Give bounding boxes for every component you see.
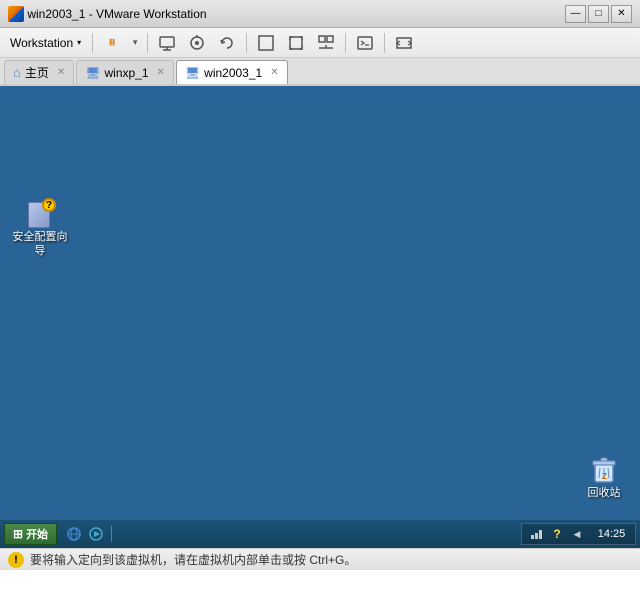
tab-home-label: 主页 bbox=[25, 64, 49, 81]
workstation-label: Workstation bbox=[10, 36, 73, 50]
window-controls: — □ ✕ bbox=[565, 5, 632, 23]
send-ctrl-alt-del-button[interactable] bbox=[153, 31, 181, 55]
pause-button[interactable]: ⏸ bbox=[98, 31, 126, 55]
security-wizard-icon[interactable]: ? 安全配置向导 bbox=[8, 194, 72, 263]
expand-tray-icon[interactable]: ◀ bbox=[568, 525, 586, 543]
maximize-button[interactable]: □ bbox=[588, 5, 609, 23]
tab-winxp[interactable]: 🖥 winxp_1 ✕ bbox=[76, 60, 174, 84]
revert-snapshot-icon bbox=[218, 34, 236, 52]
toolbar-separator-3 bbox=[246, 33, 247, 53]
normal-view-button[interactable] bbox=[252, 31, 280, 55]
unity-icon bbox=[317, 34, 335, 52]
minimize-button[interactable]: — bbox=[565, 5, 586, 23]
media-player-icon[interactable] bbox=[87, 525, 105, 543]
app-icon bbox=[8, 6, 24, 22]
console-button[interactable] bbox=[351, 31, 379, 55]
system-tray: ? ◀ 14:25 bbox=[521, 523, 636, 545]
workstation-dropdown-arrow: ▾ bbox=[77, 38, 81, 47]
win2003-vm-icon: 🖥 bbox=[185, 66, 200, 80]
window-title: win2003_1 - VMware Workstation bbox=[27, 7, 565, 21]
full-screen-button[interactable] bbox=[282, 31, 310, 55]
status-warning-icon: ! bbox=[8, 552, 24, 568]
tab-home-close[interactable]: ✕ bbox=[57, 67, 65, 78]
quick-launch-area bbox=[65, 525, 105, 543]
tab-home[interactable]: ⌂ 主页 ✕ bbox=[4, 60, 74, 84]
workstation-menu[interactable]: Workstation ▾ bbox=[4, 31, 87, 55]
network-tray-icon[interactable] bbox=[528, 525, 546, 543]
system-time: 14:25 bbox=[594, 528, 629, 540]
revert-snapshot-button[interactable] bbox=[213, 31, 241, 55]
recycle-bin-label: 回收站 bbox=[588, 484, 621, 500]
full-screen-icon bbox=[287, 34, 305, 52]
stretch-button[interactable] bbox=[390, 31, 418, 55]
start-label: 开始 bbox=[26, 526, 48, 542]
status-text: 要将输入定向到该虚拟机，请在虚拟机内部单击或按 Ctrl+G。 bbox=[30, 551, 356, 568]
stretch-icon bbox=[395, 34, 413, 52]
tab-winxp-label: winxp_1 bbox=[105, 66, 149, 80]
security-wizard-label: 安全配置向导 bbox=[12, 230, 68, 259]
vm-desktop[interactable]: ? 安全配置向导 Z 回收站 ⊞ 开始 bbox=[0, 86, 640, 548]
toolbar-separator-4 bbox=[345, 33, 346, 53]
snapshot-icon bbox=[188, 34, 206, 52]
tab-win2003-label: win2003_1 bbox=[204, 66, 262, 80]
toolbar-separator-1 bbox=[92, 33, 93, 53]
unity-button[interactable] bbox=[312, 31, 340, 55]
console-icon bbox=[356, 34, 374, 52]
tab-win2003[interactable]: 🖥 win2003_1 ✕ bbox=[176, 60, 288, 84]
svg-text:Z: Z bbox=[602, 472, 607, 481]
menu-toolbar-bar: Workstation ▾ ⏸ ▾ bbox=[0, 28, 640, 58]
home-icon: ⌂ bbox=[13, 65, 21, 80]
taskbar-divider bbox=[111, 526, 112, 542]
snapshot-button[interactable] bbox=[183, 31, 211, 55]
tabs-bar: ⌂ 主页 ✕ 🖥 winxp_1 ✕ 🖥 win2003_1 ✕ bbox=[0, 58, 640, 86]
recycle-bin-icon[interactable]: Z 回收站 bbox=[578, 448, 630, 504]
title-bar: win2003_1 - VMware Workstation — □ ✕ bbox=[0, 0, 640, 28]
recycle-bin-svg: Z bbox=[588, 452, 620, 484]
winxp-vm-icon: 🖥 bbox=[85, 66, 100, 80]
toolbar-separator-2 bbox=[147, 33, 148, 53]
ie-icon[interactable] bbox=[65, 525, 83, 543]
start-button[interactable]: ⊞ 开始 bbox=[4, 523, 57, 545]
tab-winxp-close[interactable]: ✕ bbox=[157, 67, 165, 78]
tab-win2003-close[interactable]: ✕ bbox=[270, 67, 278, 78]
help-tray-icon[interactable]: ? bbox=[548, 525, 566, 543]
close-button[interactable]: ✕ bbox=[611, 5, 632, 23]
start-icon: ⊞ bbox=[13, 527, 23, 541]
status-bar: ! 要将输入定向到该虚拟机，请在虚拟机内部单击或按 Ctrl+G。 bbox=[0, 548, 640, 570]
toolbar-separator-5 bbox=[384, 33, 385, 53]
normal-view-icon bbox=[257, 34, 275, 52]
send-ctrl-alt-del-icon bbox=[158, 34, 176, 52]
vm-taskbar: ⊞ 开始 bbox=[0, 520, 640, 548]
pause-dropdown[interactable]: ▾ bbox=[128, 31, 142, 55]
